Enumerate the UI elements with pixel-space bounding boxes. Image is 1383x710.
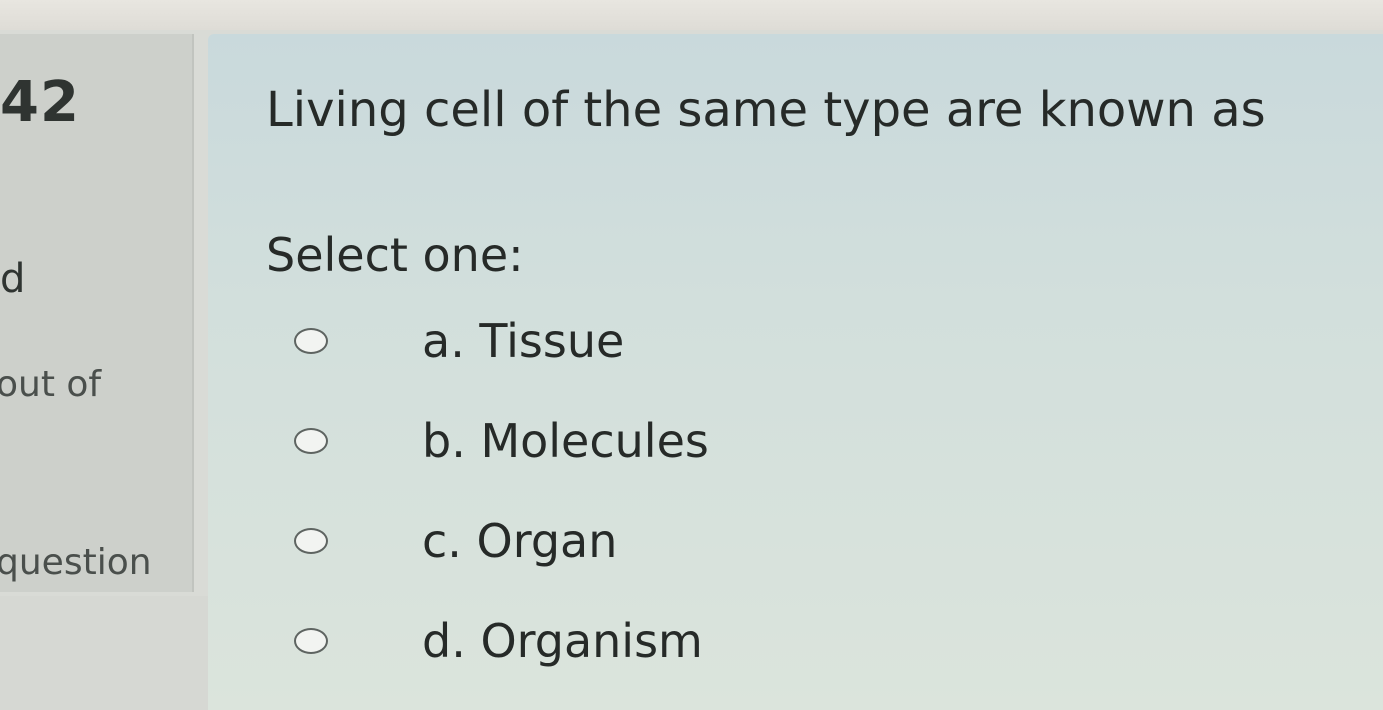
answer-label: a. Tissue	[422, 314, 625, 368]
question-marks: out of	[0, 364, 102, 405]
radio-button[interactable]	[294, 628, 328, 654]
question-info-panel: 42 d out of question	[0, 34, 194, 592]
question-number: 42	[0, 70, 80, 135]
question-text: Living cell of the same type are known a…	[266, 82, 1266, 138]
answer-label: c. Organ	[422, 514, 618, 568]
answer-option-c[interactable]: c. Organ	[292, 514, 992, 574]
answer-option-d[interactable]: d. Organism	[292, 614, 992, 674]
radio-button[interactable]	[294, 328, 328, 354]
flag-question-link[interactable]: question	[0, 542, 152, 583]
answer-option-b[interactable]: b. Molecules	[292, 414, 992, 474]
answer-label: d. Organism	[422, 614, 703, 668]
info-panel-footer	[0, 596, 210, 710]
radio-button[interactable]	[294, 428, 328, 454]
radio-button[interactable]	[294, 528, 328, 554]
top-strip	[0, 0, 1383, 30]
select-one-prompt: Select one:	[266, 228, 524, 282]
answer-label: b. Molecules	[422, 414, 709, 468]
question-panel: Living cell of the same type are known a…	[208, 34, 1383, 710]
answer-option-a[interactable]: a. Tissue	[292, 314, 992, 374]
question-status: d	[0, 256, 26, 302]
